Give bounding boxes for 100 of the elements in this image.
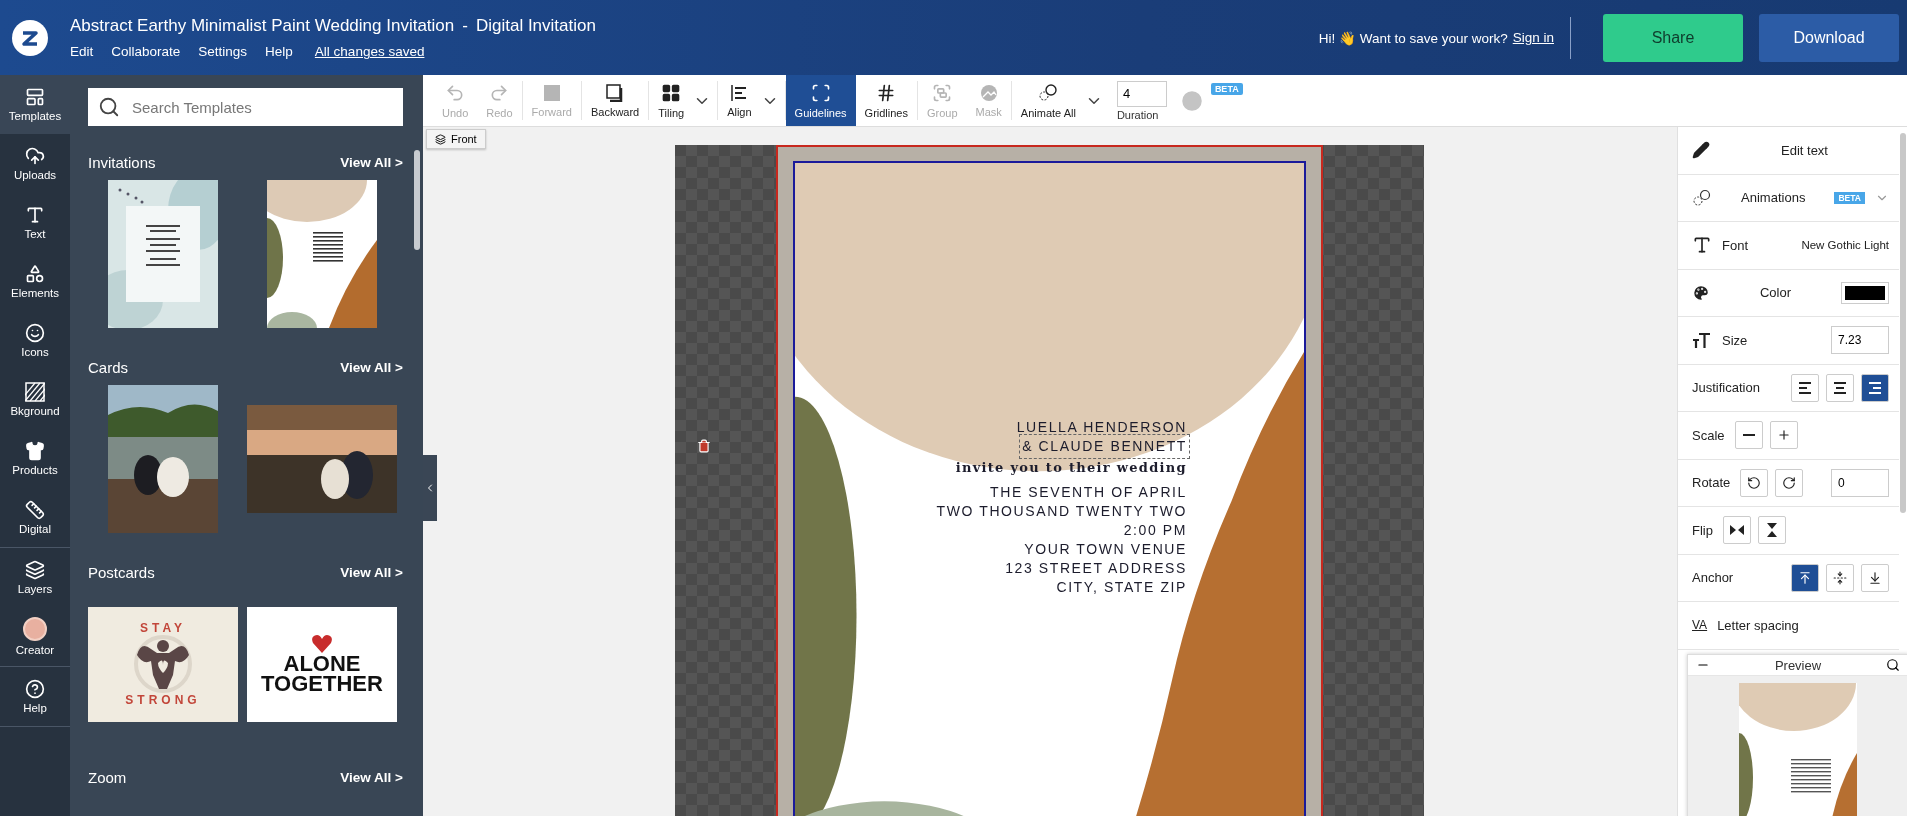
animate-icon [1692, 188, 1712, 207]
search-field[interactable]: Search Templates [88, 88, 403, 126]
menu-item[interactable]: Settings [198, 44, 248, 59]
striped-square-icon [25, 382, 45, 402]
animations-label[interactable]: Animations [1722, 190, 1825, 206]
beta-badge: BETA [1210, 83, 1243, 95]
tiling-button[interactable]: Tiling [649, 75, 694, 126]
invitation-text[interactable]: TWO THOUSAND TWENTY TWO [936, 502, 1187, 521]
color-swatch[interactable] [1841, 281, 1889, 304]
justification-button[interactable] [1826, 373, 1854, 402]
edit-text-label[interactable]: Edit text [1720, 142, 1889, 158]
letter-spacing-label: Letter spacing [1717, 617, 1799, 633]
justification-button[interactable] [1861, 373, 1889, 402]
postcard-text: STRONG [125, 693, 201, 707]
icons-icon [25, 323, 45, 343]
elements-icon [25, 264, 45, 284]
scrollbar[interactable] [1900, 133, 1906, 513]
sidebar-item[interactable]: Icons [0, 311, 70, 370]
flip-vertical-button[interactable] [1757, 516, 1786, 545]
template-thumbnail[interactable]: ALONE TOGETHER [247, 606, 397, 722]
invitation-text[interactable]: invite you to their wedding [955, 458, 1187, 477]
save-prompt: Hi! 👋 Want to save your work? [1318, 29, 1508, 46]
anchor-button[interactable] [1826, 563, 1854, 592]
sidebar-item[interactable]: Elements [0, 252, 70, 311]
scale-up-button[interactable] [1769, 421, 1798, 450]
sidebar-item[interactable]: Digital [0, 488, 70, 547]
size-input[interactable]: 7.23 [1831, 326, 1889, 355]
template-thumbnail[interactable] [108, 180, 218, 328]
invitation-text[interactable]: & CLAUDE BENNETT [1022, 437, 1187, 456]
sidebar-item[interactable]: Help [0, 667, 70, 726]
flip-horizontal-icon [1728, 523, 1745, 538]
beta-badge: BETA [1834, 191, 1865, 204]
flip-vertical-icon [1764, 522, 1779, 539]
sidebar-item[interactable]: Creator [0, 607, 70, 666]
sidebar-item[interactable]: Templates [0, 75, 70, 134]
rotate-label: Rotate [1692, 475, 1731, 491]
search-icon[interactable] [1886, 658, 1900, 672]
rotate-left-button[interactable] [1740, 468, 1769, 497]
sidebar-item[interactable]: Text [0, 193, 70, 252]
align-right-icon [1867, 380, 1883, 395]
animate-button[interactable]: Animate All [1011, 75, 1085, 126]
ruler-icon [25, 500, 45, 520]
anchor-button[interactable] [1861, 563, 1889, 592]
view-all-link[interactable]: View All > [340, 155, 403, 170]
anchor-label: Anchor [1692, 570, 1734, 586]
align-button[interactable]: Align [718, 75, 761, 126]
flip-horizontal-button[interactable] [1722, 516, 1751, 545]
preview-title: Preview [1774, 657, 1822, 673]
view-all-link[interactable]: View All > [340, 770, 403, 785]
grid-icon [661, 82, 682, 103]
postcard-text: ALONE [283, 654, 361, 674]
minus-icon [1742, 434, 1755, 437]
guidelines-button[interactable]: Guidelines [785, 75, 856, 126]
menu-item[interactable]: Collaborate [111, 44, 181, 59]
shirt-icon [25, 441, 45, 461]
delete-handle-icon[interactable] [697, 439, 712, 453]
template-thumbnail[interactable]: STAY STRONG [88, 606, 238, 722]
template-thumbnail[interactable] [267, 180, 377, 328]
sidebar-item[interactable]: Products [0, 429, 70, 488]
invitation-text[interactable]: CITY, STATE ZIP [1056, 578, 1187, 597]
text-size-icon [1692, 331, 1712, 350]
align-center-icon [1832, 380, 1848, 395]
search-icon [98, 96, 120, 118]
rotate-right-icon [1782, 475, 1797, 490]
share-button[interactable]: Share [1603, 13, 1743, 62]
duration-input[interactable]: 4 [1116, 80, 1167, 107]
scale-label: Scale [1692, 427, 1725, 443]
view-all-link[interactable]: View All > [340, 360, 403, 375]
sign-in-link[interactable]: Sign in [1512, 30, 1554, 45]
save-status[interactable]: All changes saved [314, 44, 425, 59]
sidebar-item[interactable]: Bkground [0, 370, 70, 429]
invitation-text[interactable]: 123 STREET ADDRESS [1005, 559, 1187, 578]
backward-button[interactable]: Backward [581, 75, 649, 126]
templates-icon [25, 87, 45, 107]
redo-icon [489, 82, 510, 103]
anchor-bottom-icon [1868, 570, 1882, 585]
menu-item[interactable]: Edit [70, 44, 94, 59]
scrollbar[interactable] [414, 150, 420, 250]
justification-button[interactable] [1791, 373, 1819, 402]
size-label: Size [1722, 332, 1748, 348]
scale-down-button[interactable] [1734, 421, 1763, 450]
gridlines-button[interactable]: Gridlines [855, 75, 917, 126]
font-value[interactable]: New Gothic Light [1801, 239, 1889, 252]
invitation-text[interactable]: THE SEVENTH OF APRIL [990, 483, 1187, 502]
logo [12, 19, 48, 56]
sidebar-item[interactable]: Uploads [0, 134, 70, 193]
download-button[interactable]: Download [1759, 13, 1899, 62]
anchor-button[interactable] [1791, 563, 1819, 592]
section-title: Zoom [88, 769, 127, 786]
sidebar-item[interactable]: Layers [0, 548, 70, 607]
front-button[interactable]: Front [426, 129, 486, 149]
invitation-text[interactable]: 2:00 PM [1123, 521, 1187, 540]
menu-item[interactable]: Help [265, 44, 293, 59]
rotate-input[interactable]: 0 [1831, 468, 1889, 497]
invitation-text[interactable]: LUELLA HENDERSON [1016, 418, 1187, 437]
invitation-text[interactable]: YOUR TOWN VENUE [1024, 540, 1187, 559]
section-title: Invitations [88, 154, 156, 171]
rotate-right-button[interactable] [1775, 468, 1804, 497]
view-all-link[interactable]: View All > [340, 565, 403, 580]
anchor-top-icon [1798, 570, 1812, 585]
